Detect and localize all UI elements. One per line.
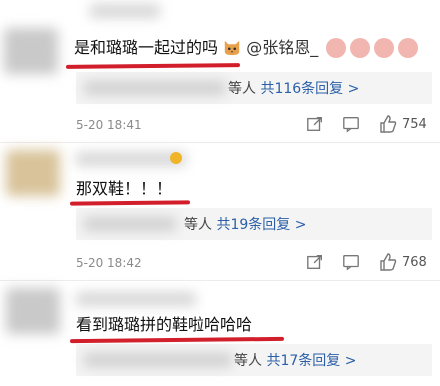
comment-icon[interactable] bbox=[342, 115, 360, 133]
timestamp: 5-20 18:41 bbox=[76, 118, 142, 132]
red-underline bbox=[65, 63, 241, 69]
avatar[interactable] bbox=[6, 150, 60, 196]
reply-count-link[interactable]: 共116条回复 bbox=[260, 81, 343, 97]
share-icon[interactable] bbox=[306, 253, 324, 271]
divider bbox=[0, 142, 440, 143]
reply-count-link[interactable]: 共17条回复 bbox=[266, 353, 340, 369]
chevron-right-icon[interactable]: > bbox=[295, 217, 307, 233]
emoji-icon bbox=[326, 38, 346, 58]
comment-icon[interactable] bbox=[342, 253, 360, 271]
chevron-right-icon[interactable]: > bbox=[348, 81, 360, 97]
cat-emoji-icon bbox=[223, 38, 241, 56]
comment-text: 看到璐璐拼的鞋啦哈哈哈 bbox=[76, 315, 253, 334]
avatar[interactable] bbox=[4, 28, 58, 74]
red-underline bbox=[69, 336, 285, 344]
reply-people: 等人 bbox=[228, 81, 256, 97]
reply-people: 等人 bbox=[184, 217, 212, 233]
comment-text: 是和璐璐一起过的吗 @张铭恩_ bbox=[74, 37, 318, 59]
avatar[interactable] bbox=[6, 288, 60, 334]
reply-preview[interactable]: 等人 共19条回复 > bbox=[76, 208, 432, 240]
emoji-row bbox=[326, 38, 418, 58]
reply-preview[interactable]: 等人 共116条回复 > bbox=[76, 72, 432, 104]
username[interactable] bbox=[90, 4, 160, 18]
reply-preview[interactable]: 等人 共17条回复 > bbox=[76, 344, 432, 376]
reply-summary[interactable]: 等人 共17条回复 > bbox=[234, 350, 356, 370]
badge-icon bbox=[170, 152, 182, 164]
reply-names bbox=[84, 217, 176, 231]
reply-names bbox=[84, 353, 232, 367]
action-bar: 768 bbox=[306, 252, 427, 272]
comment-text: 那双鞋！！！ bbox=[76, 179, 173, 198]
emoji-icon bbox=[398, 38, 418, 58]
action-bar: 754 bbox=[306, 114, 427, 134]
like-icon[interactable] bbox=[378, 114, 398, 134]
reply-people: 等人 bbox=[234, 353, 262, 369]
timestamp: 5-20 18:42 bbox=[76, 256, 142, 270]
red-underline bbox=[69, 200, 191, 206]
like-count: 768 bbox=[402, 254, 427, 270]
emoji-icon bbox=[374, 38, 394, 58]
chevron-right-icon[interactable]: > bbox=[345, 353, 357, 369]
username[interactable] bbox=[76, 292, 196, 306]
like-icon[interactable] bbox=[378, 252, 398, 272]
share-icon[interactable] bbox=[306, 115, 324, 133]
reply-names bbox=[84, 81, 226, 95]
divider bbox=[0, 280, 440, 281]
reply-summary[interactable]: 等人 共116条回复 > bbox=[228, 78, 359, 98]
mention-link[interactable]: @张铭恩_ bbox=[246, 38, 318, 57]
emoji-icon bbox=[350, 38, 370, 58]
like-count: 754 bbox=[402, 116, 427, 132]
reply-summary[interactable]: 等人 共19条回复 > bbox=[184, 214, 306, 234]
comment-body: 是和璐璐一起过的吗 bbox=[74, 38, 219, 57]
reply-count-link[interactable]: 共19条回复 bbox=[216, 217, 290, 233]
